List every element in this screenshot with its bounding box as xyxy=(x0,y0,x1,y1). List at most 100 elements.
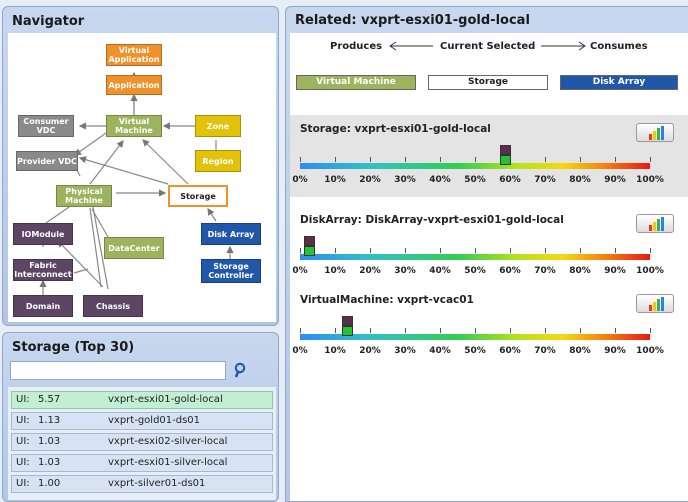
bar-tick xyxy=(650,248,651,253)
tick-label: 50% xyxy=(464,346,486,356)
legend-storage: Storage xyxy=(428,75,548,90)
storage-name: vxprt-silver01-ds01 xyxy=(108,478,206,489)
tick-label: 70% xyxy=(534,346,556,356)
tick-label: 100% xyxy=(636,266,664,276)
tick-label: 100% xyxy=(636,346,664,356)
bar-chart-icon xyxy=(649,217,664,231)
metric-title: DiskArray: DiskArray-vxprt-esxi01-gold-l… xyxy=(300,214,564,226)
search-input[interactable] xyxy=(10,361,226,380)
tick-label: 90% xyxy=(604,266,626,276)
node-iomodule[interactable]: IOModule xyxy=(13,223,73,245)
tick-label: 50% xyxy=(464,175,486,185)
node-region[interactable]: Region xyxy=(195,150,241,172)
ui-label: UI: xyxy=(16,478,30,489)
list-item[interactable]: UI: 1.03 vxprt-esxi01-silver-local xyxy=(11,454,273,472)
related-panel: Related: vxprt-esxi01-gold-local Produce… xyxy=(285,6,688,502)
ui-label: UI: xyxy=(16,394,30,405)
node-domain[interactable]: Domain xyxy=(13,295,73,317)
bar-chart-icon xyxy=(649,126,664,140)
node-virtual-application[interactable]: Virtual Application xyxy=(106,44,162,66)
bar-tick xyxy=(440,328,441,333)
chart-button[interactable] xyxy=(636,214,674,233)
tick-label: 30% xyxy=(394,266,416,276)
node-fabric-interconnect[interactable]: Fabric Interconnect xyxy=(13,259,73,281)
tick-label: 60% xyxy=(499,346,521,356)
bar-tick xyxy=(335,157,336,162)
list-item[interactable]: UI: 5.57 vxprt-esxi01-gold-local xyxy=(11,391,273,409)
tick-label: 80% xyxy=(569,346,591,356)
bar-tick xyxy=(615,328,616,333)
tick-label: 20% xyxy=(359,266,381,276)
node-storage-controller[interactable]: Storage Controller xyxy=(201,259,261,283)
storage-name: vxprt-gold01-ds01 xyxy=(108,415,201,426)
bar-tick xyxy=(300,157,301,162)
tick-label: 40% xyxy=(429,175,451,185)
list-item[interactable]: UI: 1.03 vxprt-esxi02-silver-local xyxy=(11,433,273,451)
ui-value: 1.13 xyxy=(38,415,61,426)
node-disk-array[interactable]: Disk Array xyxy=(201,223,261,245)
node-application[interactable]: Application xyxy=(106,75,162,95)
bar-tick xyxy=(510,248,511,253)
ui-value: 1.03 xyxy=(38,457,61,468)
node-storage[interactable]: Storage xyxy=(168,185,228,207)
tick-label: 10% xyxy=(324,175,346,185)
bar-tick xyxy=(405,328,406,333)
arrow-right-icon xyxy=(540,40,588,55)
bar-tick xyxy=(475,328,476,333)
metric-title: VirtualMachine: vxprt-vcac01 xyxy=(300,294,474,306)
bar-tick xyxy=(370,157,371,162)
bar-tick xyxy=(405,248,406,253)
search-icon[interactable] xyxy=(232,362,248,380)
storage-list: UI: 5.57 vxprt-esxi01-gold-local UI: 1.1… xyxy=(8,387,276,500)
tick-label: 30% xyxy=(394,346,416,356)
chart-button[interactable] xyxy=(636,123,674,142)
chart-button[interactable] xyxy=(636,294,674,313)
bar-tick xyxy=(475,157,476,162)
bar-tick xyxy=(580,157,581,162)
node-virtual-machine[interactable]: Virtual Machine xyxy=(106,115,162,137)
storage-name: vxprt-esxi01-silver-local xyxy=(108,457,228,468)
bar-chart-icon xyxy=(649,297,664,311)
ui-label: UI: xyxy=(16,457,30,468)
metric-storage: Storage: vxprt-esxi01-gold-local 0% 10% 20… xyxy=(290,123,688,193)
node-zone[interactable]: Zone xyxy=(195,115,241,137)
produces-label: Produces xyxy=(330,41,383,52)
metric-title: Storage: vxprt-esxi01-gold-local xyxy=(300,123,491,135)
storage-name: vxprt-esxi02-silver-local xyxy=(108,436,228,447)
node-chassis[interactable]: Chassis xyxy=(83,295,143,317)
bar-tick xyxy=(545,328,546,333)
ui-label: UI: xyxy=(16,415,30,426)
tick-label: 80% xyxy=(569,175,591,185)
node-physical-machine[interactable]: Physical Machine xyxy=(56,185,112,207)
tick-label: 60% xyxy=(499,175,521,185)
tick-label: 80% xyxy=(569,266,591,276)
node-provider-vdc[interactable]: Provider VDC xyxy=(16,151,78,171)
bar-tick xyxy=(650,157,651,162)
list-item[interactable]: UI: 1.13 vxprt-gold01-ds01 xyxy=(11,412,273,430)
current-selected-label: Current Selected xyxy=(440,41,536,52)
bar-tick xyxy=(335,248,336,253)
tick-label: 10% xyxy=(324,346,346,356)
bar-tick xyxy=(580,328,581,333)
related-title: Related: vxprt-esxi01-gold-local xyxy=(295,13,530,28)
tick-label: 90% xyxy=(604,175,626,185)
node-consumer-vdc[interactable]: Consumer VDC xyxy=(18,115,74,137)
list-item[interactable]: UI: 1.00 vxprt-silver01-ds01 xyxy=(11,475,273,493)
tick-label: 70% xyxy=(534,266,556,276)
bar-tick xyxy=(615,157,616,162)
tick-label: 0% xyxy=(292,175,308,185)
utilization-marker xyxy=(342,316,354,336)
navigator-graph: Virtual Application Application Virtual … xyxy=(8,33,276,322)
node-datacenter[interactable]: DataCenter xyxy=(104,237,164,259)
ui-value: 5.57 xyxy=(38,394,61,405)
tick-label: 90% xyxy=(604,346,626,356)
bar-tick xyxy=(300,248,301,253)
bar-tick xyxy=(440,248,441,253)
bar-tick xyxy=(370,328,371,333)
bar-tick xyxy=(650,328,651,333)
legend-disk-array: Disk Array xyxy=(560,75,678,90)
bar-tick xyxy=(405,157,406,162)
tick-label: 0% xyxy=(292,346,308,356)
tick-label: 70% xyxy=(534,175,556,185)
utilization-marker xyxy=(303,236,315,256)
